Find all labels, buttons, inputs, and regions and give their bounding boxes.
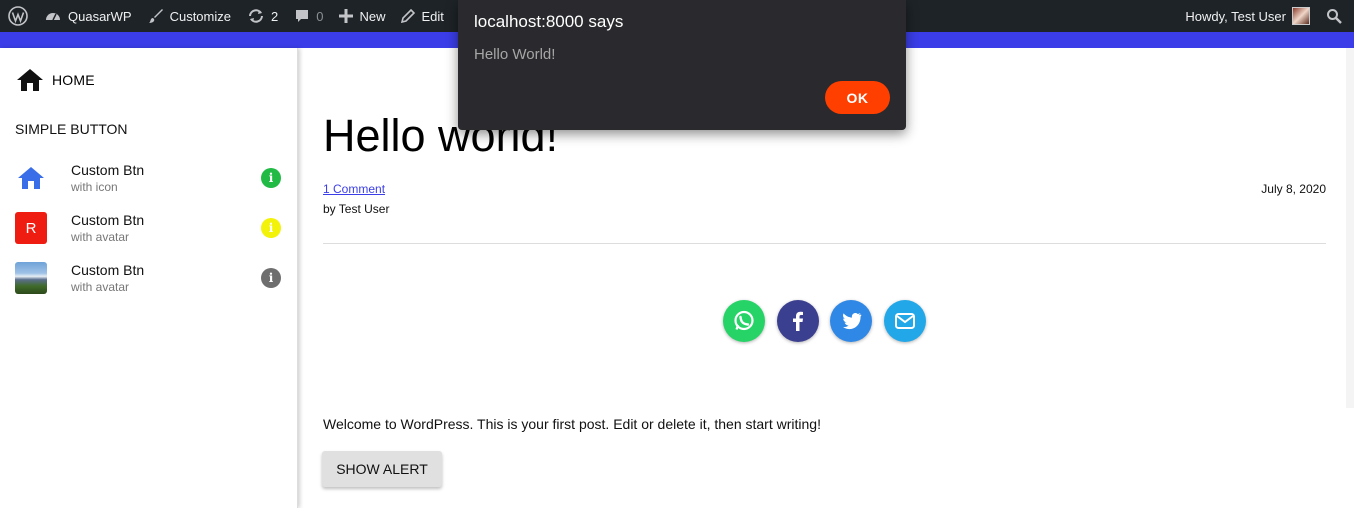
show-alert-button[interactable]: SHOW ALERT [322, 451, 442, 487]
wordpress-icon [8, 6, 28, 26]
list-item-custom-btn-icon[interactable]: Custom Btn with icon i [0, 153, 298, 203]
comments-link[interactable]: 1 Comment [323, 182, 385, 196]
item-avatar [15, 262, 47, 294]
post-author: by Test User [323, 202, 390, 216]
item-subtitle: with icon [71, 179, 118, 194]
email-icon [895, 313, 915, 329]
post-date: July 8, 2020 [1261, 182, 1326, 196]
customize-label: Customize [169, 8, 231, 24]
divider [323, 243, 1326, 244]
share-whatsapp-button[interactable] [723, 300, 765, 342]
facebook-icon [793, 311, 803, 331]
adminbar-search-button[interactable] [1318, 0, 1354, 32]
site-name-label: QuasarWP [68, 8, 132, 24]
edit-label: Edit [421, 8, 444, 24]
home-icon [17, 69, 43, 91]
my-account-menu[interactable]: Howdy, Test User [1177, 0, 1318, 32]
dialog-title: localhost:8000 says [474, 12, 624, 31]
info-icon[interactable]: i [261, 268, 281, 288]
wordpress-logo-button[interactable] [0, 0, 36, 32]
site-name-menu[interactable]: QuasarWP [36, 0, 140, 32]
list-item-custom-btn-avatar-letter[interactable]: R Custom Btn with avatar i [0, 203, 298, 253]
comments-link[interactable]: 0 [286, 0, 331, 32]
item-title: Custom Btn [71, 161, 145, 178]
user-avatar [1292, 7, 1310, 25]
home-icon [18, 167, 44, 189]
post-body: Welcome to WordPress. This is your first… [323, 416, 821, 432]
edit-post-link[interactable]: Edit [393, 0, 451, 32]
comment-bubble-icon [296, 10, 309, 22]
dashboard-gauge-icon [46, 13, 60, 21]
new-label: New [359, 8, 386, 24]
howdy-label: Howdy, Test User [1185, 8, 1286, 24]
item-subtitle: with avatar [71, 279, 130, 294]
comments-count: 0 [316, 8, 324, 24]
list-item-custom-btn-avatar-image[interactable]: Custom Btn with avatar i [0, 253, 298, 303]
updates-count: 2 [271, 8, 279, 24]
paintbrush-icon [148, 9, 163, 23]
home-label: HOME [52, 72, 95, 88]
item-avatar: R [15, 212, 47, 244]
dialog-ok-button[interactable]: OK [825, 81, 890, 114]
item-subtitle: with avatar [71, 229, 130, 244]
share-facebook-button[interactable] [777, 300, 819, 342]
share-email-button[interactable] [884, 300, 926, 342]
customize-link[interactable]: Customize [140, 0, 239, 32]
item-title: Custom Btn [71, 261, 145, 278]
info-icon[interactable]: i [261, 218, 281, 238]
pencil-icon [401, 9, 416, 23]
mountain-landscape-image [15, 262, 47, 294]
scrollbar[interactable] [1346, 48, 1354, 408]
alert-dialog: localhost:8000 says Hello World! OK [458, 0, 906, 130]
search-icon [1327, 9, 1342, 24]
new-content-menu[interactable]: New [331, 0, 393, 32]
dialog-message: Hello World! [474, 46, 556, 63]
whatsapp-icon [734, 310, 754, 331]
item-title: Custom Btn [71, 211, 145, 228]
updates-link[interactable]: 2 [239, 0, 286, 32]
item-avatar [15, 162, 47, 194]
plus-icon [339, 9, 354, 23]
section-header: SIMPLE BUTTON [15, 121, 128, 137]
update-refresh-icon [249, 9, 263, 23]
twitter-icon [843, 312, 862, 330]
letter-avatar: R [15, 212, 47, 244]
share-twitter-button[interactable] [830, 300, 872, 342]
home-nav-item[interactable]: HOME [16, 68, 95, 92]
info-icon[interactable]: i [261, 168, 281, 188]
side-drawer: HOME SIMPLE BUTTON Custom Btn with icon … [0, 48, 298, 508]
